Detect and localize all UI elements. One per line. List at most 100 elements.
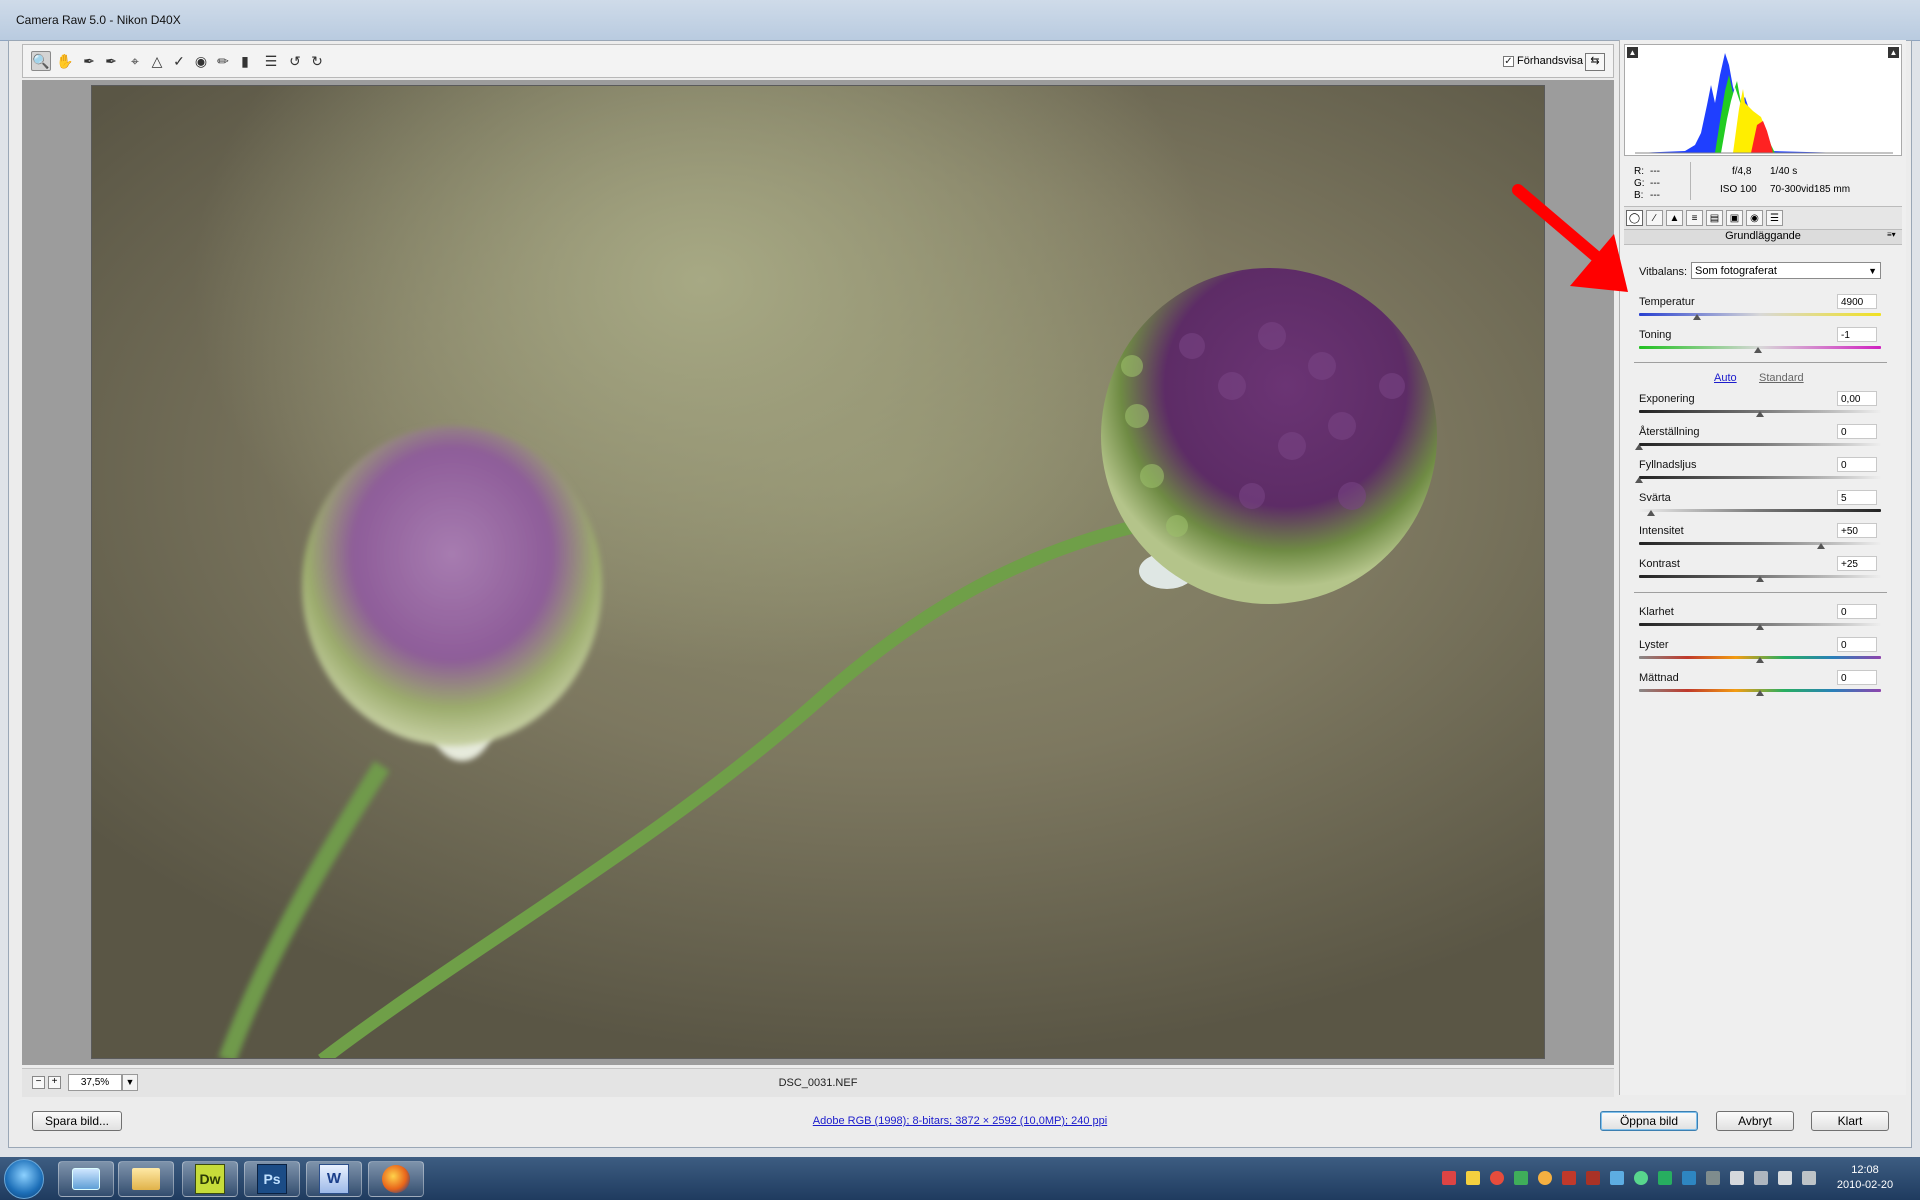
vibrance-intensity-value-field[interactable]: +50 — [1837, 523, 1877, 538]
rotate-right-icon[interactable]: ↻ — [307, 51, 327, 71]
volume-icon[interactable] — [1802, 1171, 1816, 1185]
section-title: Grundläggande — [1624, 230, 1902, 245]
fill-light-value-field[interactable]: 0 — [1837, 457, 1877, 472]
fill-light-slider-track[interactable] — [1639, 476, 1881, 479]
red-eye-tool-icon[interactable]: ◉ — [191, 51, 211, 71]
straighten-tool-icon[interactable]: △ — [147, 51, 167, 71]
white-balance-tool-icon[interactable]: ✒ — [79, 51, 99, 71]
tab-camera-calibration-icon[interactable]: ◉ — [1746, 210, 1763, 226]
auto-link[interactable]: Auto — [1714, 372, 1737, 384]
tray-icon[interactable] — [1442, 1171, 1456, 1185]
shadow-clipping-icon[interactable]: ▲ — [1627, 47, 1638, 58]
tray-icon[interactable] — [1514, 1171, 1528, 1185]
iso-value: ISO 100 — [1720, 184, 1757, 195]
tray-icon[interactable] — [1586, 1171, 1600, 1185]
photo-preview[interactable] — [91, 85, 1545, 1059]
system-clock[interactable]: 12:08 2010-02-20 — [1830, 1163, 1900, 1193]
tray-icon[interactable] — [1490, 1171, 1504, 1185]
shutter-value: 1/40 s — [1770, 166, 1798, 177]
tray-icon[interactable] — [1466, 1171, 1480, 1185]
folder-icon[interactable] — [118, 1161, 174, 1197]
start-button[interactable] — [4, 1159, 44, 1199]
tab-tone-curve-icon[interactable]: ∕ — [1646, 210, 1663, 226]
clarity-value-field[interactable]: 0 — [1837, 604, 1877, 619]
vibrance-intensity-slider-track[interactable] — [1639, 542, 1881, 545]
network-icon[interactable] — [1730, 1171, 1744, 1185]
clock-time: 12:08 — [1851, 1164, 1879, 1176]
flag-icon[interactable] — [1754, 1171, 1768, 1185]
open-image-button[interactable]: Öppna bild — [1600, 1111, 1698, 1131]
tab-lens-corrections-icon[interactable]: ▣ — [1726, 210, 1743, 226]
histogram: ▲ ▲ — [1624, 44, 1902, 156]
preview-label: Förhandsvisa — [1517, 55, 1584, 67]
preview-toggle[interactable]: ✓ Förhandsvisa — [1503, 55, 1583, 67]
tray-icon[interactable] — [1634, 1171, 1648, 1185]
metadata-divider — [1690, 162, 1691, 200]
temperature-slider-thumb[interactable] — [1693, 314, 1702, 320]
luster-label: Lyster — [1639, 639, 1669, 651]
graduated-filter-icon[interactable]: ▮ — [235, 51, 255, 71]
panel-menu-icon[interactable]: ≡▾ — [1887, 230, 1896, 239]
clarity-slider-thumb[interactable] — [1756, 624, 1764, 630]
recovery-value-field[interactable]: 0 — [1837, 424, 1877, 439]
dreamweaver-icon[interactable]: Dw — [182, 1161, 238, 1197]
recovery-slider-track[interactable] — [1639, 443, 1881, 446]
photoshop-icon[interactable]: Ps — [244, 1161, 300, 1197]
vibrance-intensity-slider-thumb[interactable] — [1816, 543, 1825, 549]
temperature-value-field[interactable]: 4900 — [1837, 294, 1877, 309]
contrast-slider-thumb[interactable] — [1756, 576, 1764, 582]
highlight-clipping-icon[interactable]: ▲ — [1888, 47, 1899, 58]
tray-icon[interactable] — [1658, 1171, 1672, 1185]
chevron-down-icon: ▼ — [1868, 266, 1877, 276]
tray-icon[interactable] — [1538, 1171, 1552, 1185]
firefox-icon[interactable] — [368, 1161, 424, 1197]
standard-link[interactable]: Standard — [1759, 372, 1804, 384]
preview-checkbox[interactable]: ✓ — [1503, 55, 1514, 67]
hand-tool-icon[interactable]: ✋ — [55, 51, 75, 71]
temperature-slider-track[interactable] — [1639, 313, 1881, 316]
g-value: --- — [1650, 178, 1660, 189]
exposure-value-field[interactable]: 0,00 — [1837, 391, 1877, 406]
saturation-slider-thumb[interactable] — [1756, 690, 1764, 696]
tab-split-toning-icon[interactable]: ▤ — [1706, 210, 1723, 226]
exposure-label: Exponering — [1639, 393, 1695, 405]
divider — [1634, 362, 1887, 363]
tray-icon[interactable] — [1706, 1171, 1720, 1185]
saturation-value-field[interactable]: 0 — [1837, 670, 1877, 685]
blacks-slider-thumb[interactable] — [1647, 510, 1656, 516]
spot-removal-tool-icon[interactable]: ✓ — [169, 51, 189, 71]
color-sampler-tool-icon[interactable]: ✒ — [101, 51, 121, 71]
luster-value-field[interactable]: 0 — [1837, 637, 1877, 652]
aperture-value: f/4,8 — [1732, 166, 1752, 177]
cancel-button[interactable]: Avbryt — [1716, 1111, 1794, 1131]
tray-icon[interactable] — [1562, 1171, 1576, 1185]
preferences-icon[interactable]: ☰ — [261, 51, 281, 71]
adjustment-brush-icon[interactable]: ✏ — [213, 51, 233, 71]
blacks-value-field[interactable]: 5 — [1837, 490, 1877, 505]
display-icon[interactable] — [1778, 1171, 1792, 1185]
white-balance-select[interactable]: Som fotograferat ▼ — [1691, 262, 1881, 279]
tab-detail-icon[interactable]: ▲ — [1666, 210, 1683, 226]
word-icon[interactable]: W — [306, 1161, 362, 1197]
tint-slider-thumb[interactable] — [1753, 347, 1762, 353]
tray-icon[interactable] — [1682, 1171, 1696, 1185]
fill-light-slider-thumb[interactable] — [1635, 477, 1643, 483]
tab-hsl-icon[interactable]: ≡ — [1686, 210, 1703, 226]
white-balance-label: Vitbalans: — [1639, 266, 1688, 278]
tray-icon[interactable] — [1610, 1171, 1624, 1185]
filename-label: DSC_0031.NEF — [778, 1077, 858, 1089]
recovery-slider-thumb[interactable] — [1635, 444, 1643, 450]
contrast-value-field[interactable]: +25 — [1837, 556, 1877, 571]
rotate-left-icon[interactable]: ↺ — [285, 51, 305, 71]
explorer-icon[interactable] — [58, 1161, 114, 1197]
fullscreen-toggle-icon[interactable]: ⇆ — [1585, 53, 1605, 71]
tint-value-field[interactable]: -1 — [1837, 327, 1877, 342]
crop-tool-icon[interactable]: ⌖ — [125, 51, 145, 71]
blacks-slider-track[interactable] — [1639, 509, 1881, 512]
zoom-tool-icon[interactable]: 🔍 — [31, 51, 51, 71]
vibrance-intensity-label: Intensitet — [1639, 525, 1684, 537]
exposure-slider-thumb[interactable] — [1756, 411, 1764, 417]
done-button[interactable]: Klart — [1811, 1111, 1889, 1131]
tab-presets-icon[interactable]: ☰ — [1766, 210, 1783, 226]
luster-slider-thumb[interactable] — [1756, 657, 1764, 663]
